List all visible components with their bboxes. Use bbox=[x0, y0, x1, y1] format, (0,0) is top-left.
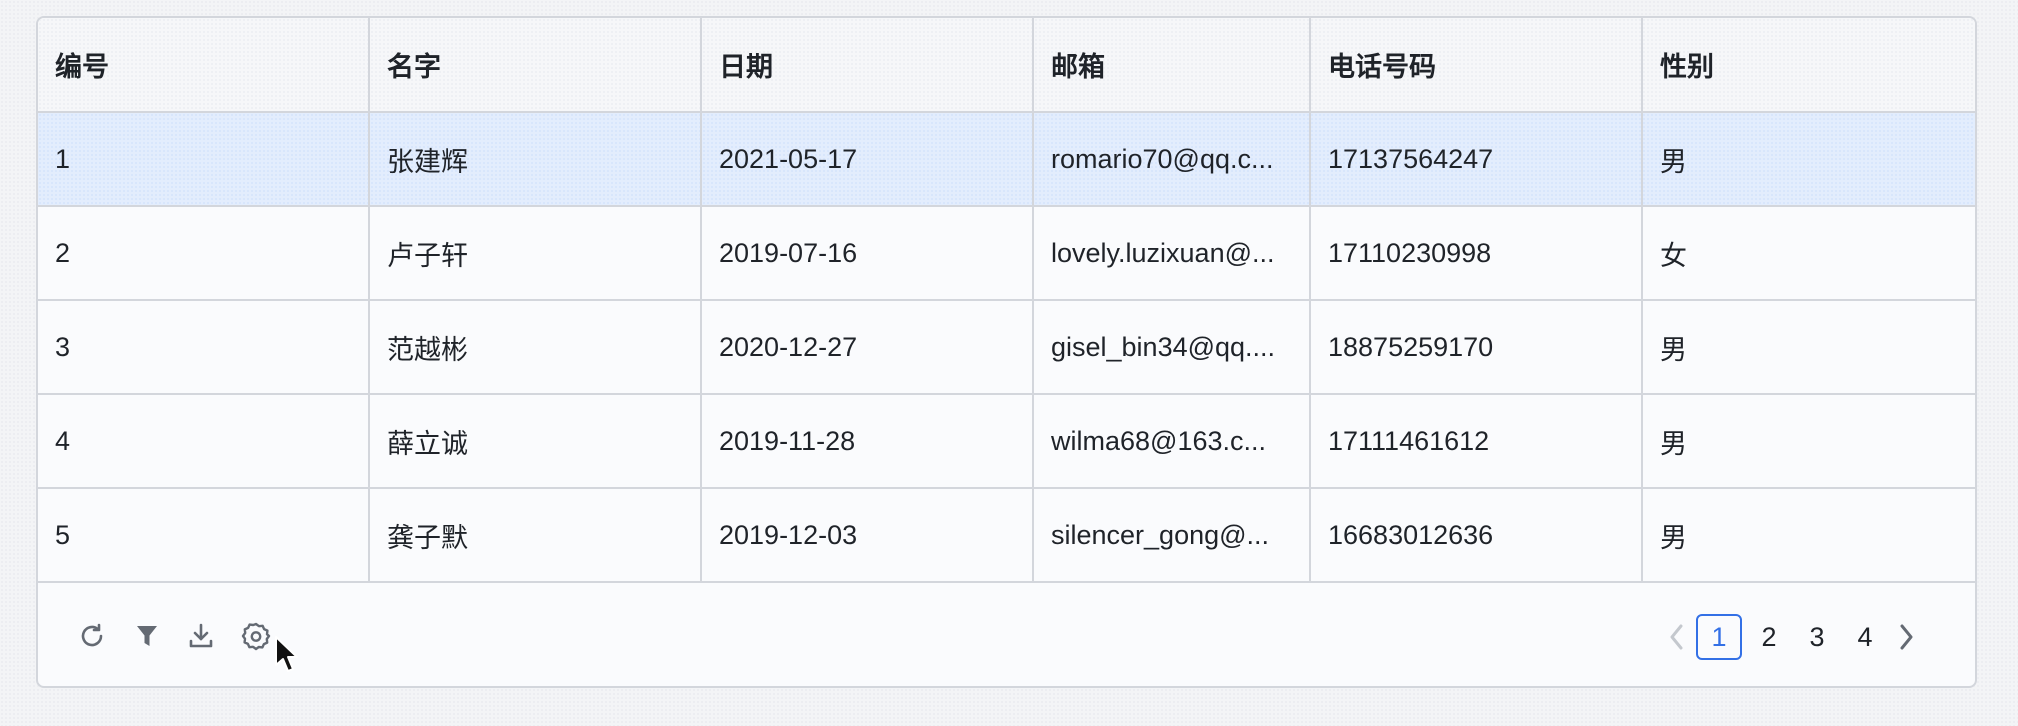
cell-gender[interactable]: 女 bbox=[1643, 207, 1975, 299]
prev-page-button[interactable] bbox=[1660, 614, 1694, 660]
mouse-cursor-icon bbox=[275, 636, 298, 672]
cell-email[interactable]: lovely.luzixuan@... bbox=[1034, 207, 1311, 299]
cell-name[interactable]: 张建辉 bbox=[370, 113, 702, 205]
filter-icon[interactable] bbox=[130, 619, 164, 653]
cell-name[interactable]: 范越彬 bbox=[370, 301, 702, 393]
cell-id[interactable]: 1 bbox=[38, 113, 370, 205]
column-header-gender[interactable]: 性别 bbox=[1643, 18, 1975, 111]
download-icon[interactable] bbox=[184, 619, 218, 653]
table-row-selected[interactable]: 1 张建辉 2021-05-17 romario70@qq.c... 17137… bbox=[38, 113, 1975, 207]
page-button-3[interactable]: 3 bbox=[1795, 615, 1839, 659]
table-row[interactable]: 5 龚子默 2019-12-03 silencer_gong@... 16683… bbox=[38, 489, 1975, 583]
cell-phone[interactable]: 18875259170 bbox=[1311, 301, 1643, 393]
cell-phone[interactable]: 17111461612 bbox=[1311, 395, 1643, 487]
cell-id[interactable]: 5 bbox=[38, 489, 370, 581]
column-header-email[interactable]: 邮箱 bbox=[1034, 18, 1311, 111]
cell-id[interactable]: 3 bbox=[38, 301, 370, 393]
column-header-phone[interactable]: 电话号码 bbox=[1311, 18, 1643, 111]
cell-id[interactable]: 2 bbox=[38, 207, 370, 299]
table-row[interactable]: 4 薛立诚 2019-11-28 wilma68@163.c... 171114… bbox=[38, 395, 1975, 489]
cell-gender[interactable]: 男 bbox=[1643, 489, 1975, 581]
data-table: 编号 名字 日期 邮箱 电话号码 性别 1 张建辉 2021-05-17 rom… bbox=[38, 18, 1975, 583]
chevron-left-icon bbox=[1670, 624, 1683, 650]
cell-date[interactable]: 2019-12-03 bbox=[702, 489, 1034, 581]
page-button-4[interactable]: 4 bbox=[1843, 615, 1887, 659]
cell-gender[interactable]: 男 bbox=[1643, 395, 1975, 487]
cell-date[interactable]: 2020-12-27 bbox=[702, 301, 1034, 393]
table-header-row: 编号 名字 日期 邮箱 电话号码 性别 bbox=[38, 18, 1975, 113]
cell-phone[interactable]: 17110230998 bbox=[1311, 207, 1643, 299]
page-button-2[interactable]: 2 bbox=[1747, 615, 1791, 659]
cell-email[interactable]: romario70@qq.c... bbox=[1034, 113, 1311, 205]
cell-phone[interactable]: 16683012636 bbox=[1311, 489, 1643, 581]
pagination: 1 2 3 4 bbox=[1660, 614, 1923, 660]
cell-name[interactable]: 薛立诚 bbox=[370, 395, 702, 487]
cell-email[interactable]: gisel_bin34@qq.... bbox=[1034, 301, 1311, 393]
cell-gender[interactable]: 男 bbox=[1643, 301, 1975, 393]
refresh-icon[interactable] bbox=[75, 619, 109, 653]
cell-email[interactable]: wilma68@163.c... bbox=[1034, 395, 1311, 487]
column-header-date[interactable]: 日期 bbox=[702, 18, 1034, 111]
table-row[interactable]: 2 卢子轩 2019-07-16 lovely.luzixuan@... 171… bbox=[38, 207, 1975, 301]
chevron-right-icon bbox=[1900, 624, 1913, 650]
cell-id[interactable]: 4 bbox=[38, 395, 370, 487]
cell-date[interactable]: 2019-07-16 bbox=[702, 207, 1034, 299]
cell-name[interactable]: 卢子轩 bbox=[370, 207, 702, 299]
data-table-card: 编号 名字 日期 邮箱 电话号码 性别 1 张建辉 2021-05-17 rom… bbox=[36, 16, 1977, 688]
cell-date[interactable]: 2021-05-17 bbox=[702, 113, 1034, 205]
column-header-name[interactable]: 名字 bbox=[370, 18, 702, 111]
cell-gender[interactable]: 男 bbox=[1643, 113, 1975, 205]
column-header-id[interactable]: 编号 bbox=[38, 18, 370, 111]
cell-name[interactable]: 龚子默 bbox=[370, 489, 702, 581]
cell-date[interactable]: 2019-11-28 bbox=[702, 395, 1034, 487]
page-button-1[interactable]: 1 bbox=[1696, 614, 1742, 660]
table-footer: 1 2 3 4 bbox=[38, 583, 1975, 686]
table-row[interactable]: 3 范越彬 2020-12-27 gisel_bin34@qq.... 1887… bbox=[38, 301, 1975, 395]
settings-icon[interactable] bbox=[239, 619, 273, 653]
cell-email[interactable]: silencer_gong@... bbox=[1034, 489, 1311, 581]
cell-phone[interactable]: 17137564247 bbox=[1311, 113, 1643, 205]
next-page-button[interactable] bbox=[1889, 614, 1923, 660]
